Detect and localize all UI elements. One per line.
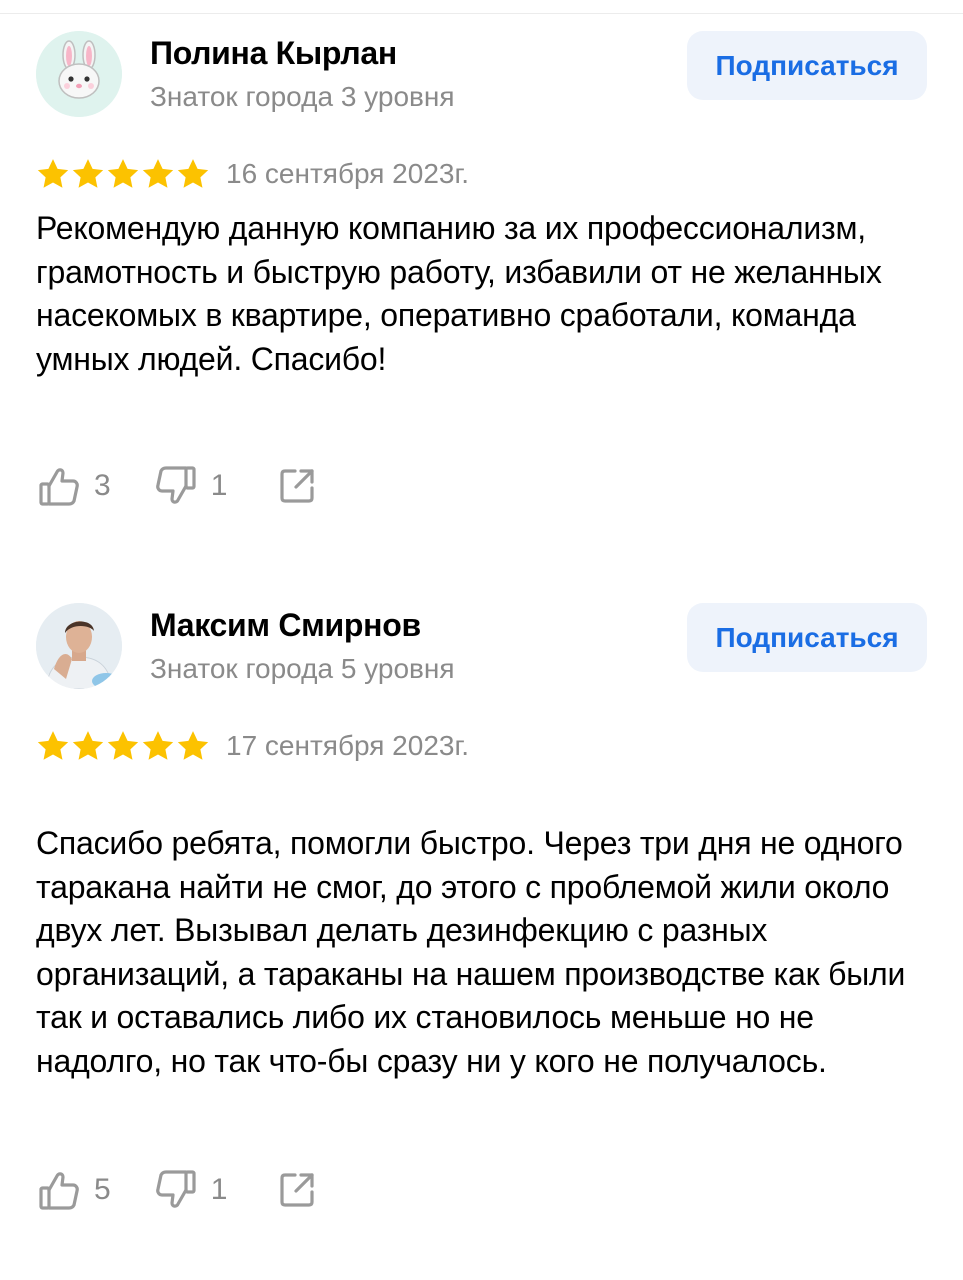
- star-icon: [36, 730, 70, 762]
- like-button[interactable]: 5: [38, 1168, 111, 1212]
- author-name[interactable]: Полина Кырлан: [150, 35, 397, 72]
- share-icon: [280, 1173, 314, 1207]
- dislike-count: 1: [210, 469, 228, 502]
- subscribe-button[interactable]: Подписаться: [687, 31, 927, 100]
- star-icon: [176, 730, 210, 762]
- review-date: 16 сентября 2023г.: [226, 158, 470, 189]
- review-text: Спасибо ребята, помогли быстро. Через тр…: [36, 825, 906, 1079]
- author-level: Знаток города 5 уровня: [150, 653, 455, 684]
- thumbs-up-icon: [39, 1172, 79, 1210]
- star-rating: [36, 730, 210, 762]
- star-icon: [141, 158, 175, 190]
- like-count: 5: [94, 1173, 111, 1206]
- person-photo: [36, 603, 122, 689]
- author-level: Знаток города 3 уровня: [150, 81, 455, 112]
- star-icon: [106, 730, 140, 762]
- star-icon: [71, 730, 105, 762]
- star-icon: [71, 158, 105, 190]
- like-button[interactable]: 3: [38, 464, 111, 508]
- review-actions: 3 1: [38, 462, 317, 510]
- avatar[interactable]: [36, 31, 122, 117]
- dislike-count: 1: [210, 1173, 228, 1206]
- subscribe-button[interactable]: Подписаться: [687, 603, 927, 672]
- rabbit-face-icon: [36, 31, 122, 117]
- star-icon: [176, 158, 210, 190]
- review-date: 17 сентября 2023г.: [226, 730, 470, 761]
- thumbs-up-icon: [39, 468, 79, 506]
- thumbs-down-icon: [155, 1170, 196, 1208]
- review-text: Рекомендую данную компанию за их професс…: [36, 210, 882, 377]
- share-button[interactable]: [277, 1170, 317, 1210]
- author-name[interactable]: Максим Смирнов: [150, 607, 421, 644]
- star-icon: [106, 158, 140, 190]
- star-rating: [36, 158, 210, 190]
- review-actions: 5 1: [38, 1166, 317, 1214]
- dislike-button[interactable]: 1: [155, 1168, 228, 1212]
- like-count: 3: [94, 469, 111, 502]
- avatar[interactable]: [36, 603, 122, 689]
- share-button[interactable]: [277, 466, 317, 506]
- dislike-button[interactable]: 1: [155, 464, 228, 508]
- rating-row: 16 сентября 2023г.: [36, 157, 469, 191]
- share-icon: [280, 469, 314, 503]
- top-divider: [0, 0, 963, 14]
- star-icon: [36, 158, 70, 190]
- star-icon: [141, 730, 175, 762]
- rating-row: 17 сентября 2023г.: [36, 729, 469, 763]
- thumbs-down-icon: [155, 466, 196, 504]
